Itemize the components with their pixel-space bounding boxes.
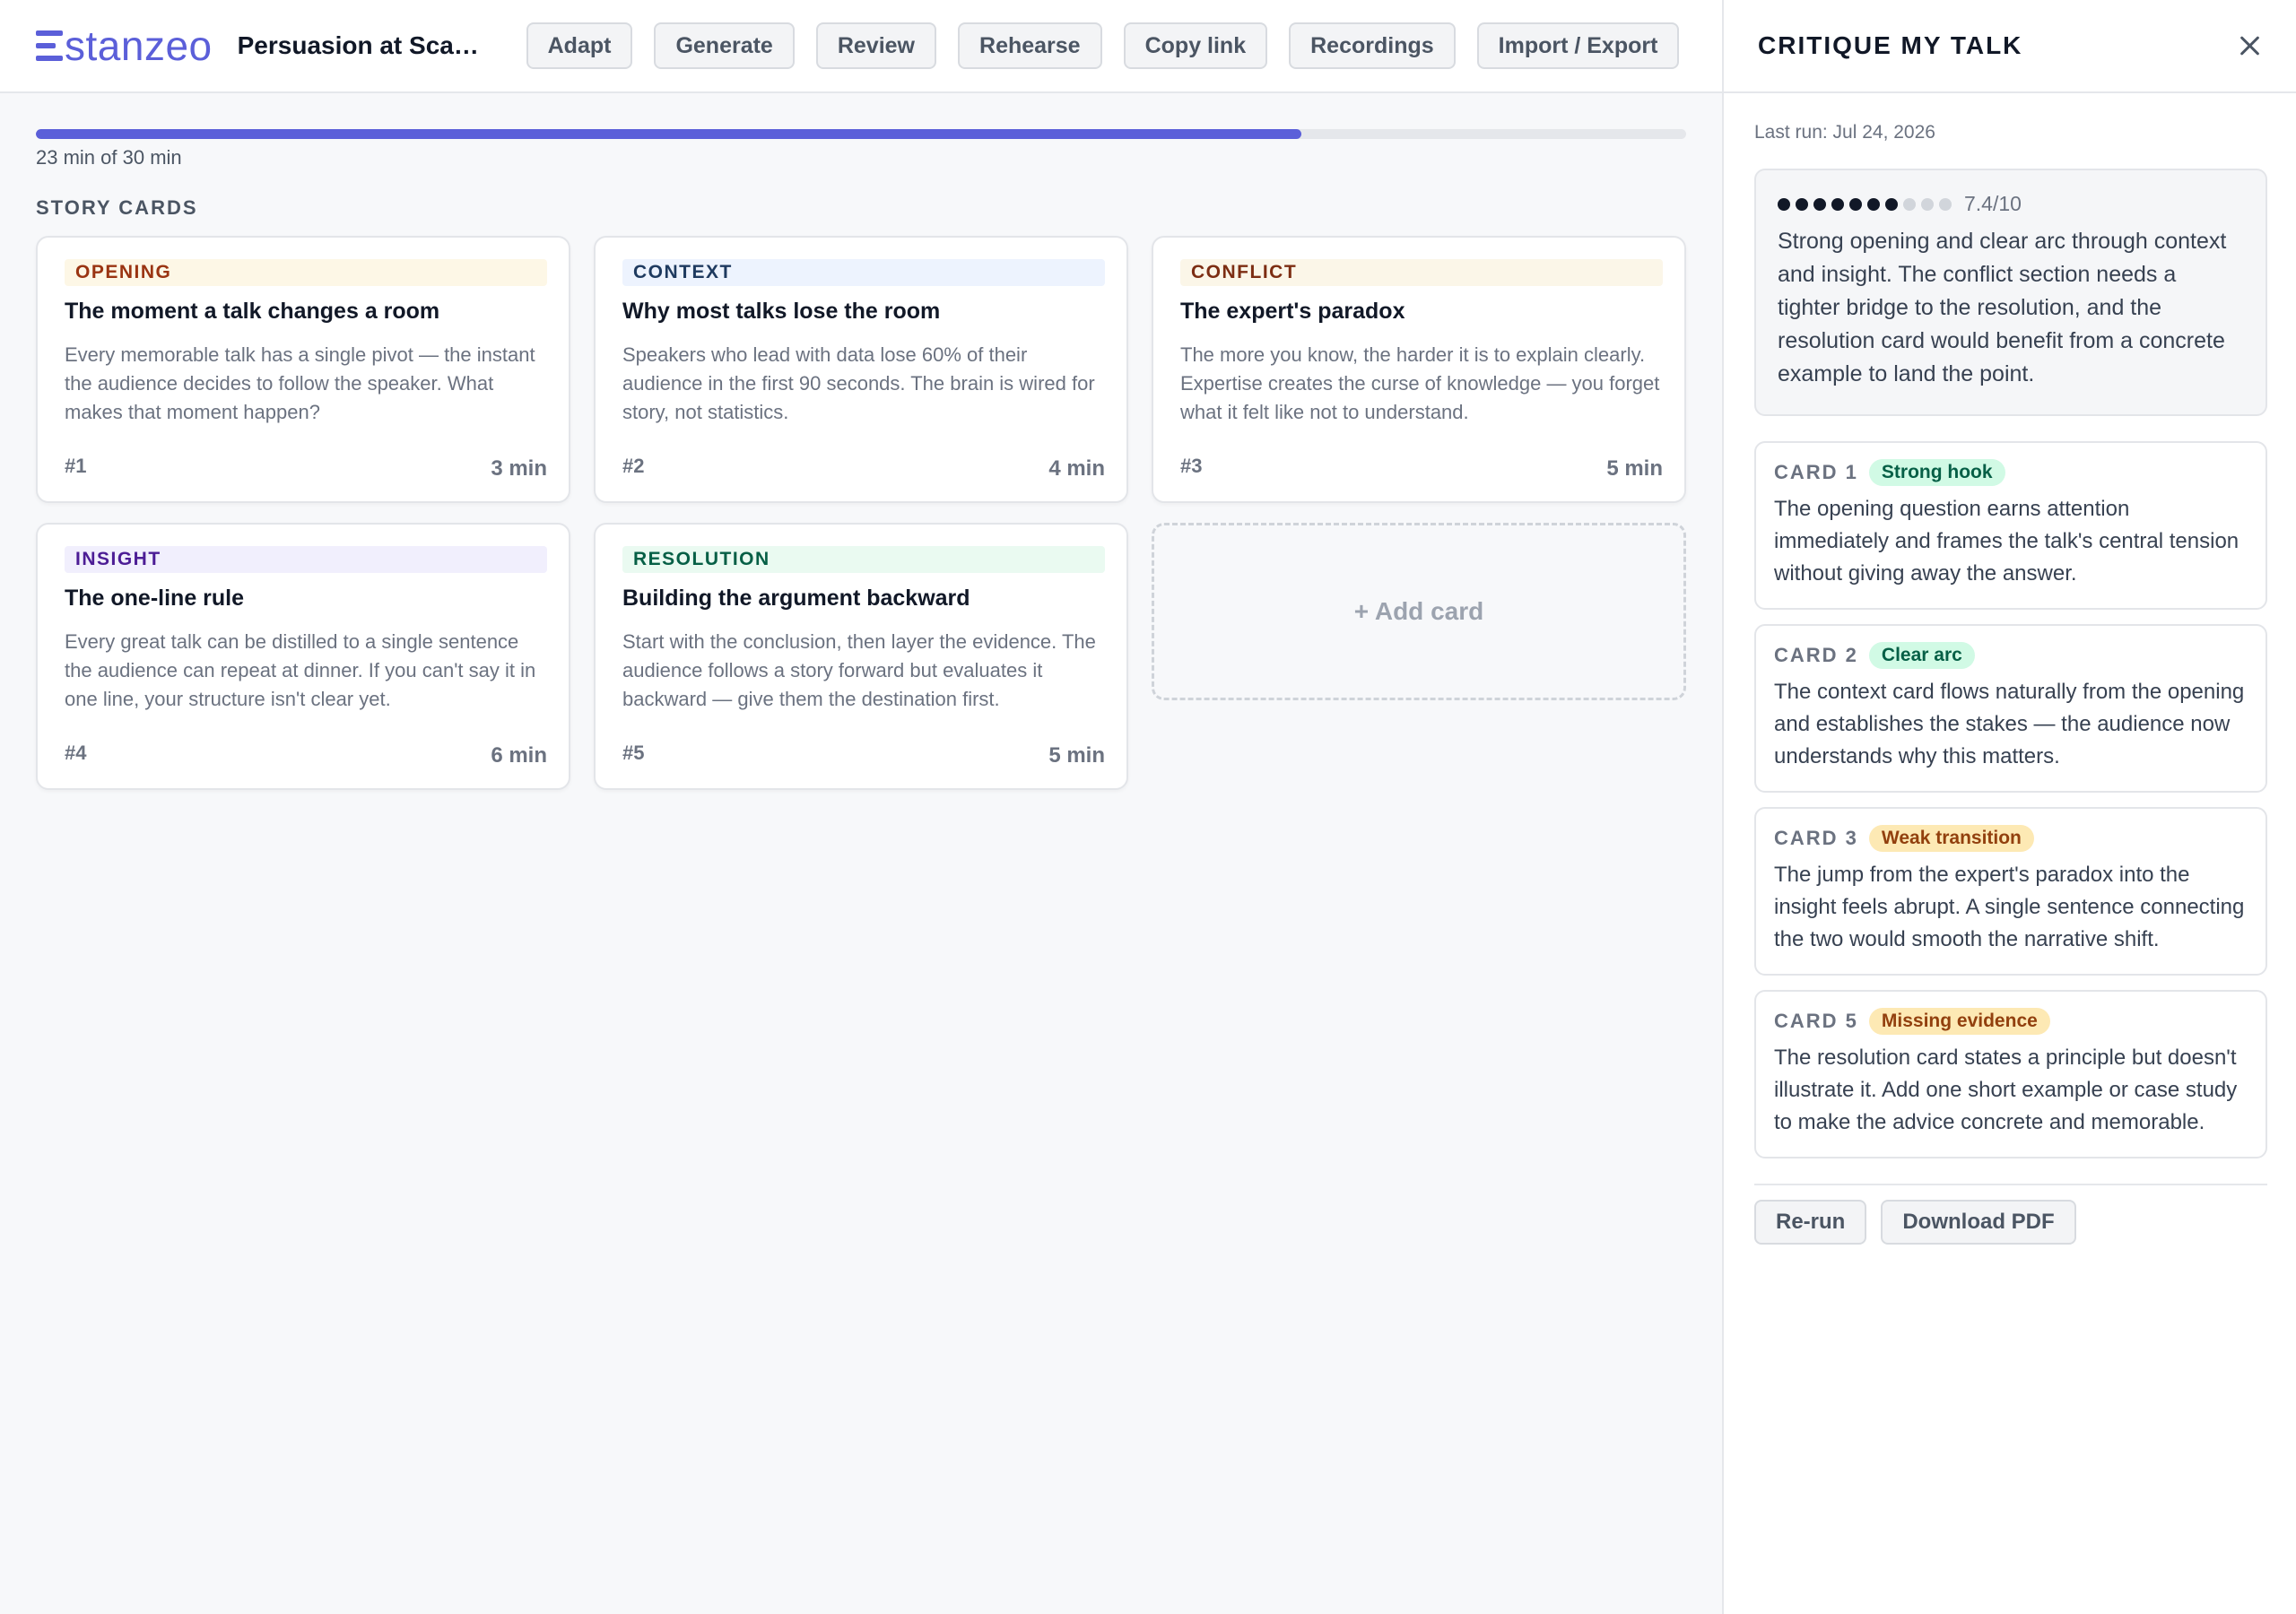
- critique-text: The context card flows naturally from th…: [1774, 680, 2245, 768]
- card-number: #3: [1180, 455, 1203, 477]
- critique-text: The opening question earns attention imm…: [1774, 497, 2239, 586]
- top-bar: stanzeo Persuasion at Sca… Adapt Generat…: [0, 0, 1722, 93]
- critique-badge: Strong hook: [1868, 459, 2005, 486]
- app-root: stanzeo Persuasion at Sca… Adapt Generat…: [0, 0, 2296, 1614]
- panel-header: CRITIQUE MY TALK: [1724, 0, 2296, 93]
- critique-text: The resolution card states a principle b…: [1774, 1046, 2238, 1134]
- score-dot-empty: [1939, 197, 1952, 211]
- card-number: #1: [65, 455, 87, 477]
- score-dot-empty: [1903, 197, 1916, 211]
- card-number: #2: [622, 455, 645, 477]
- card-body: Speakers who lead with data lose 60% of …: [622, 343, 1095, 423]
- card-duration: 3 min: [491, 456, 547, 481]
- add-card-button[interactable]: + Add card: [1152, 523, 1686, 700]
- critique-item: CARD 1 Strong hook The opening question …: [1754, 441, 2267, 610]
- import-export-button[interactable]: Import / Export: [1476, 22, 1680, 69]
- panel-body: Last run: Jul 24, 2026 7.4/10 Strong ope…: [1724, 122, 2296, 1245]
- card-tag: OPENING: [65, 259, 547, 286]
- generate-button[interactable]: Generate: [654, 22, 795, 69]
- critique-card-label: CARD 1: [1774, 461, 1858, 483]
- critique-card-label: CARD 3: [1774, 827, 1858, 849]
- card-body: Every memorable talk has a single pivot …: [65, 343, 535, 423]
- score-dot-filled: [1813, 197, 1826, 211]
- score-value: 7.4/10: [1964, 192, 2022, 215]
- score-dot-filled: [1796, 197, 1808, 211]
- score-row: 7.4/10: [1778, 192, 2244, 216]
- panel-divider: [1754, 1184, 2267, 1185]
- card-number: #5: [622, 742, 645, 764]
- card-body: Start with the conclusion, then layer th…: [622, 630, 1096, 710]
- critique-summary: 7.4/10 Strong opening and clear arc thro…: [1754, 169, 2267, 416]
- critique-item: CARD 2 Clear arc The context card flows …: [1754, 624, 2267, 793]
- story-cards-heading: STORY CARDS: [36, 196, 198, 219]
- card-tag: INSIGHT: [65, 546, 547, 573]
- adapt-button[interactable]: Adapt: [526, 22, 633, 69]
- score-dot-empty: [1921, 197, 1934, 211]
- time-progress-bar: [36, 129, 1686, 139]
- score-dots: [1778, 197, 1952, 211]
- critique-item: CARD 3 Weak transition The jump from the…: [1754, 807, 2267, 976]
- story-card-grid: OPENING The moment a talk changes a room…: [36, 236, 1686, 790]
- story-card[interactable]: CONFLICT The expert's paradox The more y…: [1152, 236, 1686, 503]
- brand-name: stanzeo: [65, 22, 213, 69]
- critique-badge: Clear arc: [1868, 642, 1975, 669]
- panel-title: CRITIQUE MY TALK: [1758, 31, 2023, 59]
- story-card[interactable]: OPENING The moment a talk changes a room…: [36, 236, 570, 503]
- review-button[interactable]: Review: [815, 22, 937, 69]
- card-title: Why most talks lose the room: [622, 299, 941, 324]
- story-card[interactable]: RESOLUTION Building the argument backwar…: [594, 523, 1128, 790]
- toolbar-nav: Adapt Generate Review Rehearse Copy link…: [526, 22, 1680, 69]
- score-dot-filled: [1867, 197, 1880, 211]
- card-duration: 5 min: [1048, 743, 1105, 768]
- critique-card-label: CARD 5: [1774, 1010, 1858, 1032]
- rerun-button[interactable]: Re-run: [1754, 1200, 1867, 1245]
- card-title: The moment a talk changes a room: [65, 299, 440, 324]
- score-dot-filled: [1778, 197, 1790, 211]
- card-title: The one-line rule: [65, 586, 245, 611]
- critique-panel: CRITIQUE MY TALK Last run: Jul 24, 2026 …: [1722, 0, 2296, 1614]
- main-content: 23 min of 30 min STORY CARDS OPENING The…: [36, 93, 1686, 790]
- time-progress-label: 23 min of 30 min: [36, 146, 182, 169]
- brand-logo[interactable]: stanzeo: [36, 22, 213, 69]
- time-progress-fill: [36, 129, 1301, 139]
- card-tag: RESOLUTION: [622, 546, 1105, 573]
- download-pdf-button[interactable]: Download PDF: [1881, 1200, 2076, 1245]
- card-duration: 6 min: [491, 743, 547, 768]
- card-body: Every great talk can be distilled to a s…: [65, 630, 536, 710]
- card-title: The expert's paradox: [1180, 299, 1405, 324]
- card-tag: CONTEXT: [622, 259, 1105, 286]
- score-dot-filled: [1831, 197, 1844, 211]
- critique-badge: Weak transition: [1868, 825, 2034, 852]
- card-tag: CONFLICT: [1180, 259, 1663, 286]
- document-title[interactable]: Persuasion at Sca…: [238, 31, 498, 60]
- card-body: The more you know, the harder it is to e…: [1180, 343, 1660, 423]
- critique-list: CARD 1 Strong hook The opening question …: [1754, 441, 2267, 1158]
- score-dot-filled: [1885, 197, 1898, 211]
- story-card[interactable]: INSIGHT The one-line rule Every great ta…: [36, 523, 570, 790]
- score-dot-filled: [1849, 197, 1862, 211]
- critique-badge: Missing evidence: [1868, 1008, 2050, 1035]
- logo-icon: [36, 30, 63, 61]
- last-run-label: Last run: Jul 24, 2026: [1754, 122, 1935, 143]
- card-duration: 4 min: [1048, 456, 1105, 481]
- summary-text: Strong opening and clear arc through con…: [1778, 229, 2227, 386]
- critique-item: CARD 5 Missing evidence The resolution c…: [1754, 990, 2267, 1158]
- close-icon[interactable]: [2235, 31, 2264, 60]
- story-card[interactable]: CONTEXT Why most talks lose the room Spe…: [594, 236, 1128, 503]
- card-duration: 5 min: [1606, 456, 1663, 481]
- copy-link-button[interactable]: Copy link: [1123, 22, 1268, 69]
- critique-card-label: CARD 2: [1774, 644, 1858, 666]
- card-title: Building the argument backward: [622, 586, 970, 611]
- panel-actions: Re-run Download PDF: [1754, 1200, 2267, 1245]
- rehearse-button[interactable]: Rehearse: [958, 22, 1102, 69]
- critique-text: The jump from the expert's paradox into …: [1774, 863, 2245, 951]
- card-number: #4: [65, 742, 87, 764]
- recordings-button[interactable]: Recordings: [1289, 22, 1456, 69]
